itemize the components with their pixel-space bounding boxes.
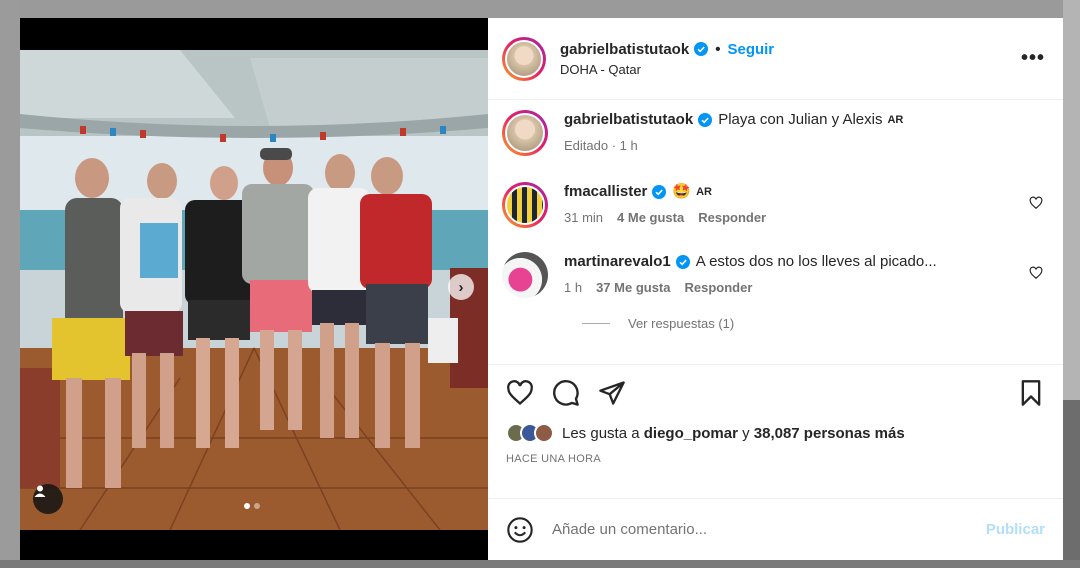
backdrop (0, 0, 20, 568)
post-header: gabrielbatistutaok • Seguir DOHA - Qatar… (488, 18, 1063, 100)
author-avatar[interactable] (502, 110, 548, 156)
share-icon[interactable] (598, 379, 626, 407)
heart-icon[interactable] (506, 379, 534, 407)
liker-avatars (506, 423, 554, 443)
photo-illustration (20, 18, 488, 560)
caption-username[interactable]: gabrielbatistutaok (564, 110, 693, 130)
like-comment-heart-icon[interactable] (1029, 266, 1043, 280)
comment-time[interactable]: 31 min (564, 210, 603, 225)
backdrop (1063, 0, 1080, 568)
likes-prefix: Les gusta a (562, 424, 640, 442)
post-side-panel: gabrielbatistutaok • Seguir DOHA - Qatar… (488, 18, 1063, 560)
separator-dot: • (715, 40, 721, 58)
emoji-icon[interactable] (506, 516, 534, 544)
carousel-dot (254, 503, 260, 509)
post-actions: Les gusta a diego_pomar y 38,087 persona… (488, 364, 1063, 498)
caption: gabrielbatistutaok Playa con Julian y Al… (502, 110, 1049, 156)
verified-icon (675, 255, 690, 269)
author-username[interactable]: gabrielbatistutaok (560, 41, 689, 58)
comment-composer: Publicar (488, 498, 1063, 560)
tag-user-button[interactable] (33, 484, 63, 514)
comment-text: 🤩 (672, 183, 692, 200)
likes-user[interactable]: diego_pomar (644, 425, 738, 442)
verified-icon (652, 185, 667, 199)
caption-text: Playa con Julian y Alexis (718, 111, 883, 128)
more-options-button[interactable]: ••• (1021, 47, 1045, 70)
post-modal: › gabrielbatistutaok • Seguir DOHA - Qat… (20, 18, 1063, 560)
publish-button[interactable]: Publicar (986, 521, 1045, 538)
chevron-right-icon: › (458, 278, 464, 296)
backdrop (0, 0, 1080, 18)
comment-time[interactable]: 1 h (564, 280, 582, 295)
ar-badge: AR (696, 186, 712, 198)
post-photo: › (20, 18, 488, 560)
verified-icon (698, 113, 713, 127)
carousel-dots (244, 503, 260, 509)
post-location[interactable]: DOHA - Qatar (560, 62, 1021, 77)
comment-text: A estos dos no los lleves al picado... (695, 253, 937, 270)
post-time[interactable]: HACE UNA HORA (506, 453, 1045, 465)
author-avatar[interactable] (502, 36, 546, 81)
likes-summary[interactable]: Les gusta a diego_pomar y 38,087 persona… (506, 423, 1045, 443)
comment-item: martinarevalo1 A estos dos no los lleves… (502, 252, 1049, 298)
view-replies-button[interactable]: Ver respuestas (1) (582, 316, 1049, 331)
view-replies-label: Ver respuestas (1) (628, 316, 735, 331)
verified-icon (694, 42, 709, 56)
comment-input[interactable] (552, 521, 986, 538)
comment-username[interactable]: fmacallister (564, 182, 647, 202)
tag-user-icon (34, 485, 46, 497)
comment-item: fmacallister 🤩 AR 31 min 4 Me gusta Resp… (502, 182, 1049, 228)
replies-line (582, 323, 610, 324)
comment-icon[interactable] (552, 379, 580, 407)
reply-button[interactable]: Responder (685, 280, 753, 295)
reply-button[interactable]: Responder (698, 210, 766, 225)
commenter-avatar[interactable] (502, 182, 548, 228)
like-comment-heart-icon[interactable] (1029, 196, 1043, 210)
comments-list: gabrielbatistutaok Playa con Julian y Al… (488, 100, 1063, 364)
bookmark-icon[interactable] (1017, 379, 1045, 407)
ar-badge: AR (887, 114, 904, 126)
likes-others[interactable]: 38,087 personas más (754, 425, 905, 442)
carousel-dot (244, 503, 250, 509)
backdrop (0, 560, 1080, 568)
commenter-avatar[interactable] (502, 252, 548, 298)
liker-avatar (534, 423, 554, 443)
next-photo-button[interactable]: › (448, 274, 474, 300)
likes-connector: y (742, 424, 750, 442)
comment-username[interactable]: martinarevalo1 (564, 252, 671, 272)
comment-likes[interactable]: 4 Me gusta (617, 210, 684, 225)
comment-likes[interactable]: 37 Me gusta (596, 280, 670, 295)
caption-meta: Editado · 1 h (564, 138, 638, 153)
follow-button[interactable]: Seguir (727, 41, 774, 58)
